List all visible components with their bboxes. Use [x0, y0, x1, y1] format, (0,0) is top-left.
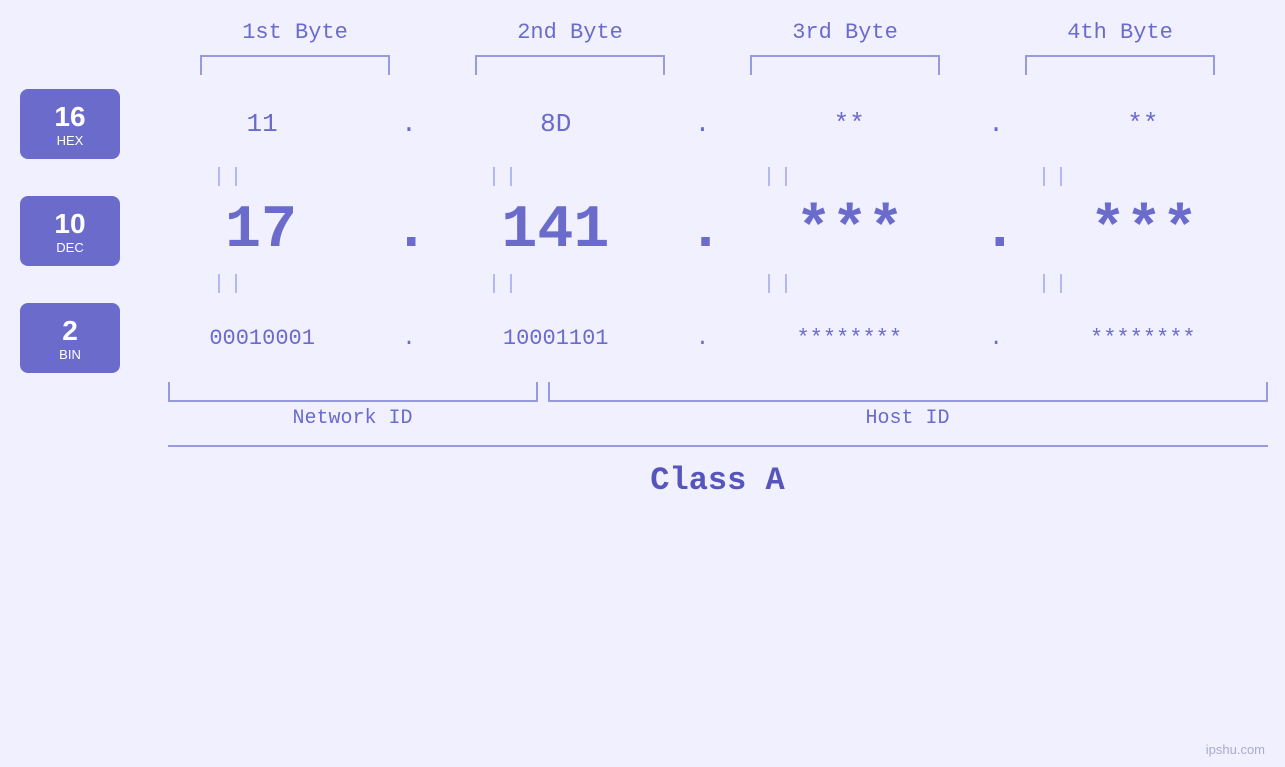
dec-val-b4: ***: [1034, 197, 1254, 265]
eq4: ||: [945, 166, 1165, 189]
eq8: ||: [945, 273, 1165, 296]
class-label: Class A: [650, 462, 784, 499]
watermark: ipshu.com: [1206, 742, 1265, 757]
bottom-section: Network ID Host ID: [168, 382, 1268, 430]
eq7: ||: [670, 273, 890, 296]
eq3: ||: [670, 166, 890, 189]
header-byte2: 2nd Byte: [460, 20, 680, 45]
host-bracket: [548, 382, 1268, 402]
hex-dot1: .: [396, 109, 421, 139]
header-byte4: 4th Byte: [1010, 20, 1230, 45]
eq2: ||: [395, 166, 615, 189]
bottom-brackets: [168, 382, 1268, 402]
hex-dot2: .: [690, 109, 715, 139]
eq1: ||: [120, 166, 340, 189]
hex-val-b2: 8D: [446, 109, 666, 139]
dec-values: 17 . 141 . *** . ***: [140, 197, 1265, 265]
dec-base-name: DEC: [56, 240, 83, 255]
dec-dot3: .: [982, 197, 1012, 265]
bin-val-b4: ********: [1033, 326, 1253, 351]
dec-val-b3: ***: [740, 197, 960, 265]
hex-dot3: .: [984, 109, 1009, 139]
bracket-byte4: [1025, 55, 1215, 75]
bracket-byte1: [200, 55, 390, 75]
top-brackets: [158, 55, 1258, 75]
dec-base-label: 10 DEC: [20, 196, 120, 266]
hex-base-label: 16 HEX: [20, 89, 120, 159]
network-id-label: Network ID: [168, 407, 538, 430]
host-id-label: Host ID: [548, 407, 1268, 430]
header-byte3: 3rd Byte: [735, 20, 955, 45]
bin-val-b1: 00010001: [152, 326, 372, 351]
hex-val-b1: 11: [152, 109, 372, 139]
hex-val-b3: **: [739, 109, 959, 139]
eq5: ||: [120, 273, 340, 296]
byte-headers: 1st Byte 2nd Byte 3rd Byte 4th Byte: [158, 20, 1258, 45]
bracket-byte2: [475, 55, 665, 75]
bin-base-num: 2: [62, 315, 78, 347]
dec-dot2: .: [687, 197, 717, 265]
class-section: Class A: [168, 445, 1268, 499]
equals-row-2: || || || ||: [93, 273, 1193, 296]
hex-base-name: HEX: [57, 133, 84, 148]
bin-values: 00010001 . 10001101 . ******** . *******…: [140, 326, 1265, 351]
dec-row: 10 DEC 17 . 141 . *** . ***: [0, 196, 1285, 266]
bin-dot3: .: [984, 326, 1009, 351]
bin-dot1: .: [396, 326, 421, 351]
bin-base-name: BIN: [59, 347, 81, 362]
dec-base-num: 10: [54, 208, 85, 240]
dec-dot1: .: [393, 197, 423, 265]
bin-val-b3: ********: [739, 326, 959, 351]
bracket-byte3: [750, 55, 940, 75]
equals-row-1: || || || ||: [93, 166, 1193, 189]
dec-val-b1: 17: [151, 197, 371, 265]
bin-dot2: .: [690, 326, 715, 351]
hex-val-b4: **: [1033, 109, 1253, 139]
bracket-labels: Network ID Host ID: [168, 407, 1268, 430]
hex-base-num: 16: [54, 101, 85, 133]
network-bracket: [168, 382, 538, 402]
hex-values: 11 . 8D . ** . **: [140, 109, 1265, 139]
dec-val-b2: 141: [445, 197, 665, 265]
bin-base-label: 2 BIN: [20, 303, 120, 373]
bin-val-b2: 10001101: [446, 326, 666, 351]
eq6: ||: [395, 273, 615, 296]
header-byte1: 1st Byte: [185, 20, 405, 45]
bin-row: 2 BIN 00010001 . 10001101 . ******** . *…: [0, 303, 1285, 373]
main-container: 1st Byte 2nd Byte 3rd Byte 4th Byte 16 H…: [0, 0, 1285, 767]
hex-row: 16 HEX 11 . 8D . ** . **: [0, 89, 1285, 159]
